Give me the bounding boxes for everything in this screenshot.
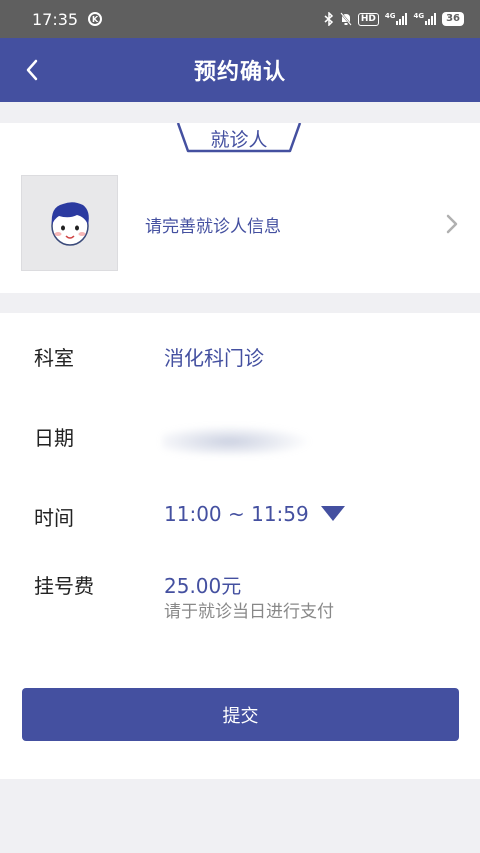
chevron-left-icon [26,59,38,81]
signal-4g-label-1: 4G [384,12,396,20]
fee-value: 25.00元 [164,574,242,598]
patient-hint[interactable]: 请完善就诊人信息 [145,212,281,237]
avatar[interactable] [21,175,118,271]
k-badge-icon: K [88,12,103,26]
page-title: 预约确认 [193,60,286,85]
department-value: 消化科门诊 [164,346,264,370]
battery-icon: 36 [442,12,464,26]
boy-avatar-icon [50,202,89,246]
app-header: 预约确认 [0,38,480,102]
fee-label: 挂号费 [34,574,94,598]
department-label: 科室 [34,346,74,370]
back-button[interactable] [14,52,50,88]
appointment-details: 科室 消化科门诊 日期 时间 11:00 ~ 11:59 挂号费 25.00元 … [0,313,480,779]
status-bar: 17:35 K HD 4G 4G 36 [0,0,480,38]
patient-tab: 就诊人 [176,123,302,154]
signal-4g-label-2: 4G [413,12,425,20]
dropdown-triangle-icon[interactable] [320,505,346,523]
time-value[interactable]: 11:00 ~ 11:59 [164,502,309,526]
mute-bell-icon [340,12,352,26]
patient-section[interactable]: 就诊人 请完善就诊人信息 [0,123,480,293]
chevron-right-icon[interactable] [444,213,460,235]
status-right: HD 4G 4G 36 [324,12,464,26]
fee-note: 请于就诊当日进行支付 [164,602,334,622]
signal-4g-icon-1: 4G [385,13,408,25]
date-label: 日期 [34,426,74,450]
signal-4g-icon-2: 4G [413,12,437,25]
status-time: 17:35 [32,9,79,29]
bluetooth-icon [324,12,334,26]
status-left: 17:35 K [32,9,103,29]
patient-tab-label: 就诊人 [210,129,268,151]
date-value-blurred [162,425,312,455]
submit-button[interactable]: 提交 [22,688,459,741]
hd-badge: HD [357,12,379,26]
time-label: 时间 [34,506,74,530]
